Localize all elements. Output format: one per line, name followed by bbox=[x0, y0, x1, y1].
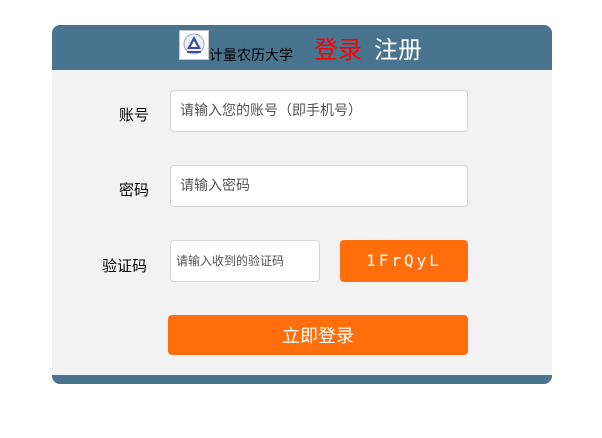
account-label: 账号 bbox=[119, 106, 150, 124]
captcha-button[interactable]: 1FrQyL bbox=[340, 240, 468, 282]
login-header: 计量农历大学 登录 注册 bbox=[52, 25, 552, 70]
login-card: 计量农历大学 登录 注册 账号 密码 验证码 1FrQyL 立即登录 bbox=[52, 25, 552, 384]
password-input[interactable] bbox=[170, 165, 468, 207]
password-label: 密码 bbox=[119, 181, 150, 199]
university-logo-icon bbox=[179, 30, 209, 60]
tab-login[interactable]: 登录 bbox=[314, 35, 362, 65]
tab-register[interactable]: 注册 bbox=[374, 35, 422, 65]
account-input[interactable] bbox=[170, 90, 468, 132]
card-footer-bar bbox=[52, 375, 552, 384]
login-submit-button[interactable]: 立即登录 bbox=[168, 315, 468, 355]
code-label: 验证码 bbox=[102, 257, 148, 275]
code-input[interactable] bbox=[170, 240, 320, 282]
school-name: 计量农历大学 bbox=[209, 48, 293, 64]
